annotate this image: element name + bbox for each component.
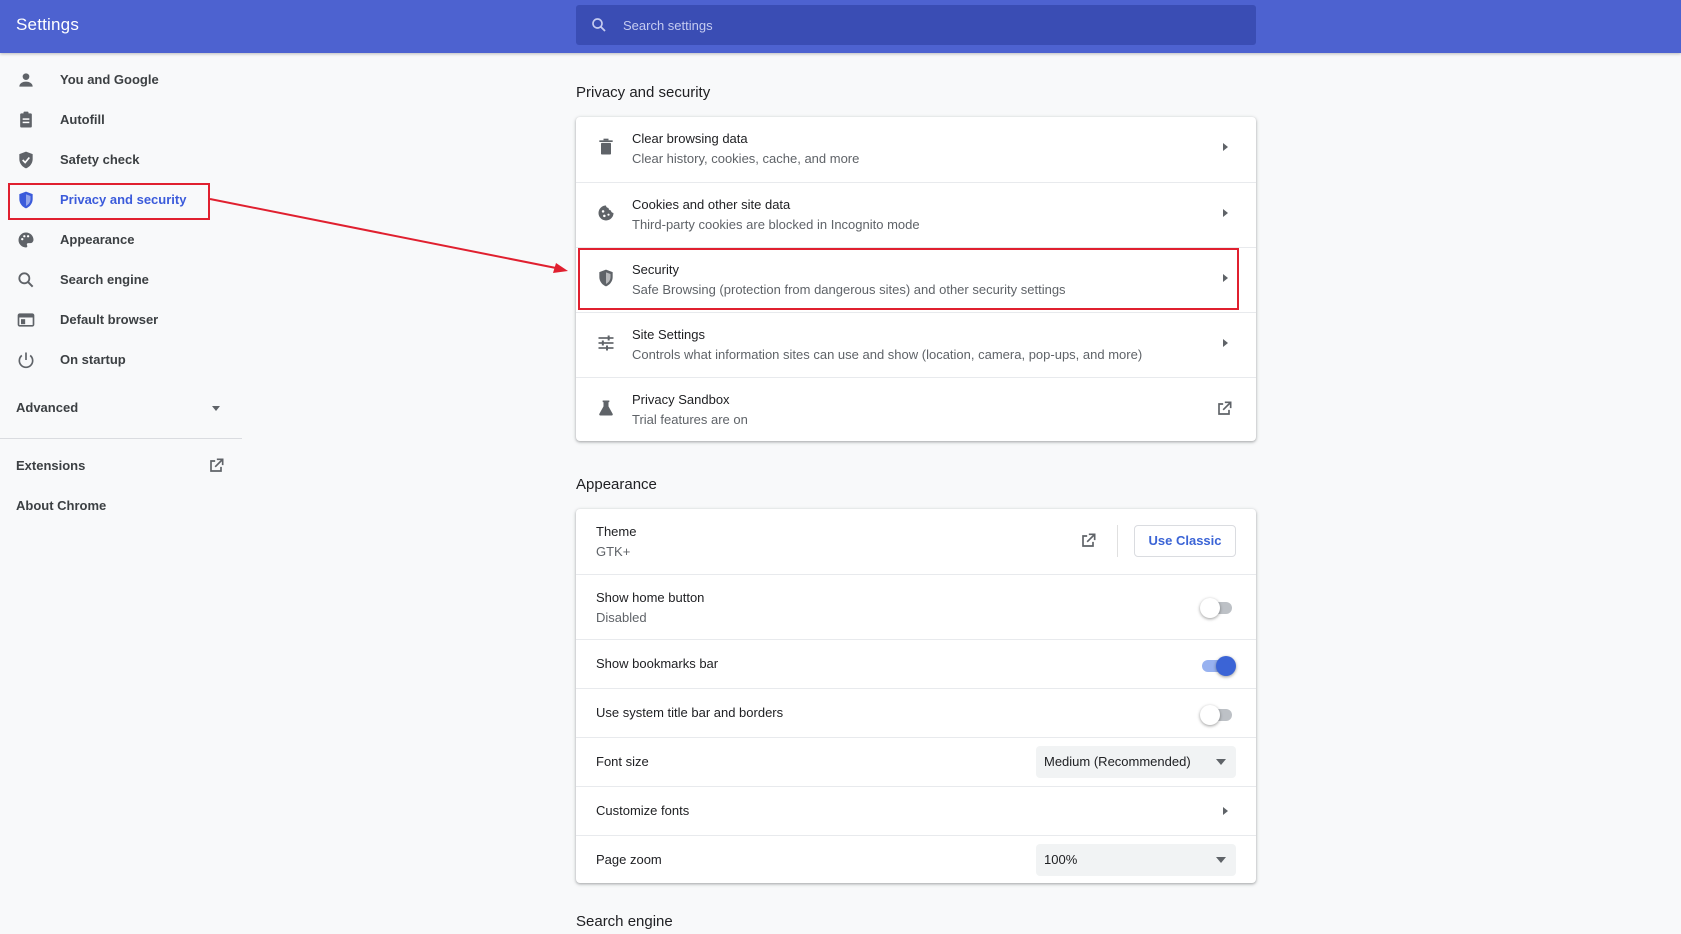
privacy-card: Clear browsing data Clear history, cooki… [576,117,1256,441]
cookie-icon [598,205,614,221]
caret-down-icon [1216,759,1226,765]
row-secondary-text: Safe Browsing (protection from dangerous… [632,282,1066,297]
row-secondary-text: Third-party cookies are blocked in Incog… [632,217,920,232]
theme-label: Theme [596,524,637,539]
external-link-icon[interactable] [1078,531,1098,551]
font-size-label: Font size [596,754,649,769]
cookies-row[interactable]: Cookies and other site data Third-party … [576,182,1256,247]
external-link-icon [1218,401,1232,415]
caret-down-icon [1216,857,1226,863]
shield-icon [599,269,613,287]
sidebar-item-safety-check[interactable]: Safety check [0,140,242,180]
row-primary-text: Clear browsing data [632,131,748,146]
about-chrome-label: About Chrome [16,498,107,513]
use-classic-button[interactable]: Use Classic [1134,525,1236,557]
shield-icon [19,191,33,209]
search-engine-section-title: Search engine [576,913,673,930]
bookmarks-bar-row[interactable]: Show bookmarks bar [576,639,1256,688]
privacy-section-title: Privacy and security [576,84,711,101]
sidebar-item-label: Privacy and security [60,192,187,207]
chevron-right-icon [1223,807,1228,815]
row-secondary-text: Controls what information sites can use … [632,347,1143,362]
search-input[interactable] [621,5,1241,45]
font-size-value: Medium (Recommended) [1044,754,1191,769]
sidebar-item-label: Default browser [60,312,159,327]
sidebar-item-extensions[interactable]: Extensions [0,446,242,486]
page-zoom-value: 100% [1044,852,1078,867]
shield-check-icon [19,151,33,169]
home-button-label: Show home button [596,590,705,605]
search-icon [592,18,606,32]
flask-icon [599,400,613,416]
row-primary-text: Privacy Sandbox [632,392,730,407]
sidebar-item-label: Safety check [60,152,140,167]
font-size-select[interactable]: Medium (Recommended) [1036,746,1236,778]
palette-icon [18,232,34,248]
system-title-bar-toggle[interactable] [1200,703,1234,725]
customize-fonts-label: Customize fonts [596,803,690,818]
chevron-right-icon [1223,209,1228,217]
customize-fonts-row[interactable]: Customize fonts [576,786,1256,835]
sidebar-item-label: Search engine [60,272,149,287]
row-primary-text: Security [632,262,679,277]
advanced-label: Advanced [16,400,79,415]
row-secondary-text: Trial features are on [632,412,748,427]
sidebar-item-label: You and Google [60,72,159,87]
home-button-toggle[interactable] [1200,596,1234,618]
security-row[interactable]: Security Safe Browsing (protection from … [576,247,1256,312]
clipboard-icon [20,111,32,128]
sidebar-item-on-startup[interactable]: On startup [0,340,242,380]
row-primary-text: Site Settings [632,327,705,342]
page-zoom-row: Page zoom 100% [576,835,1256,883]
clear-browsing-data-row[interactable]: Clear browsing data Clear history, cooki… [576,117,1256,182]
sidebar-item-label: On startup [60,352,126,367]
row-primary-text: Cookies and other site data [632,197,791,212]
sidebar-item-about-chrome[interactable]: About Chrome [0,486,242,526]
person-icon [19,73,33,87]
power-icon [18,352,34,369]
privacy-sandbox-row[interactable]: Privacy Sandbox Trial features are on [576,377,1256,441]
system-title-bar-row[interactable]: Use system title bar and borders [576,688,1256,737]
extensions-label: Extensions [16,458,86,473]
sidebar-item-label: Autofill [60,112,105,127]
vertical-separator [1117,525,1118,557]
advanced-toggle[interactable]: Advanced [0,388,242,428]
external-link-icon [210,458,224,472]
page-zoom-select[interactable]: 100% [1036,844,1236,876]
sidebar-item-appearance[interactable]: Appearance [0,220,242,260]
chevron-right-icon [1223,143,1228,151]
sidebar-item-you-and-google[interactable]: You and Google [0,60,242,100]
site-settings-row[interactable]: Site Settings Controls what information … [576,312,1256,377]
sliders-icon [598,335,614,351]
browser-icon [17,313,35,327]
font-size-row: Font size Medium (Recommended) [576,737,1256,786]
sidebar-item-autofill[interactable]: Autofill [0,100,242,140]
sidebar-divider [0,438,242,439]
theme-value: GTK+ [596,544,631,559]
search-box[interactable] [576,5,1256,45]
trash-icon [599,138,613,155]
sidebar-item-privacy-and-security[interactable]: Privacy and security [0,180,242,220]
appearance-card: Theme GTK+ Use Classic Show home button … [576,509,1256,883]
home-button-status: Disabled [596,610,647,625]
home-button-row[interactable]: Show home button Disabled [576,574,1256,639]
chevron-right-icon [1223,339,1228,347]
theme-row: Theme GTK+ Use Classic [576,509,1256,574]
page-zoom-label: Page zoom [596,852,662,867]
search-icon [18,272,34,288]
appearance-section-title: Appearance [576,476,657,493]
row-secondary-text: Clear history, cookies, cache, and more [632,151,860,166]
sidebar-item-default-browser[interactable]: Default browser [0,300,242,340]
sidebar-item-search-engine[interactable]: Search engine [0,260,242,300]
sidebar-item-label: Appearance [60,232,135,247]
system-title-bar-label: Use system title bar and borders [596,705,784,720]
bookmarks-bar-label: Show bookmarks bar [596,656,719,671]
app-title: Settings [16,15,80,34]
top-bar: Settings [0,0,1681,53]
caret-down-icon [212,406,220,411]
chevron-right-icon [1223,274,1228,282]
bookmarks-bar-toggle[interactable] [1200,654,1236,676]
